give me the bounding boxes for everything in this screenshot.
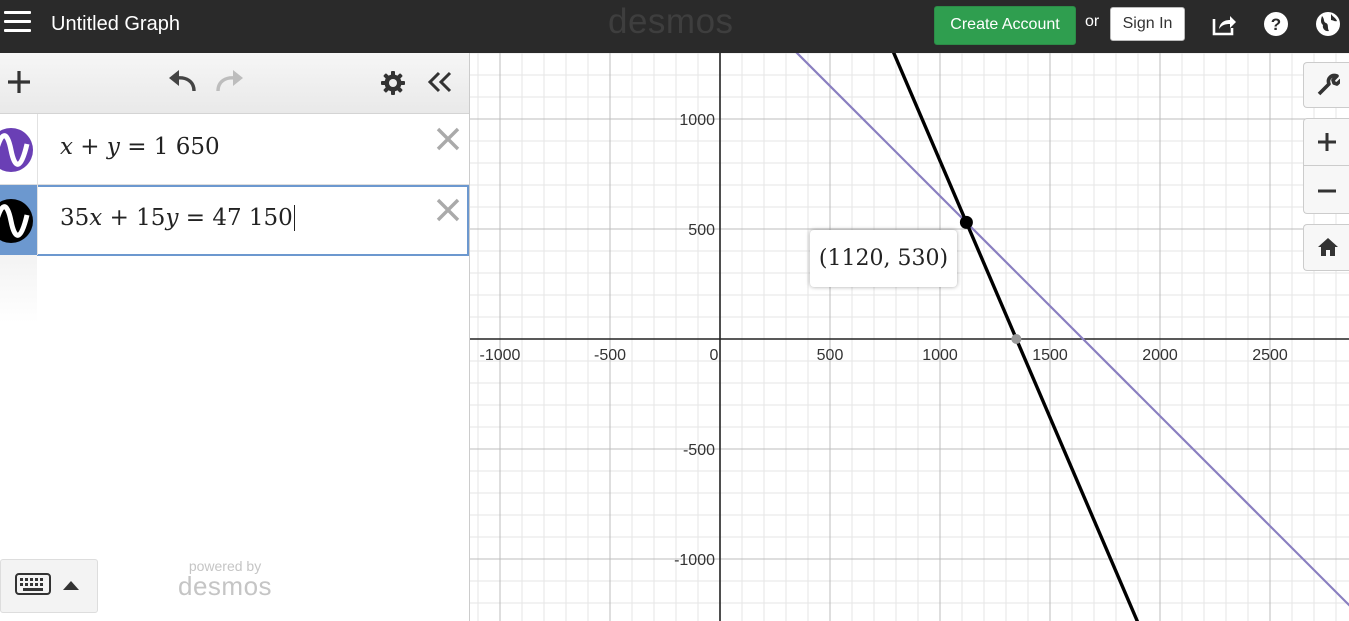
math-token: + 15 [102, 205, 166, 231]
keyboard-icon [15, 573, 51, 595]
powered-by-desmos: powered by desmos [178, 559, 272, 599]
x-tick-label: 1000 [922, 347, 958, 364]
expression-math[interactable]: x + y = 1 650 [60, 134, 220, 160]
delete-expression-icon[interactable] [435, 126, 461, 152]
x-tick-label: -1000 [480, 347, 521, 364]
add-expression-icon[interactable] [6, 69, 32, 95]
graph-canvas[interactable]: -1000 -500 0 500 1000 1500 2000 2500 1000 500 -500… [470, 53, 1349, 621]
default-viewport-button[interactable] [1303, 224, 1349, 271]
x-tick-label: 2000 [1142, 347, 1178, 364]
text-cursor [293, 205, 295, 231]
curve-color-icon[interactable] [0, 126, 35, 174]
y-tick-label: -500 [683, 442, 715, 459]
share-icon[interactable] [1210, 10, 1238, 38]
zoom-in-icon[interactable] [1317, 132, 1337, 152]
x-tick-label: 0 [710, 347, 719, 364]
math-token: = 47 150 [178, 205, 293, 231]
expression-gutter [0, 185, 38, 255]
panel-toolbar [0, 53, 469, 114]
expression-math[interactable]: 35x + 15y = 47 150 [60, 205, 295, 231]
menu-icon[interactable] [4, 11, 31, 35]
wrench-icon [1317, 73, 1340, 96]
math-token: + [72, 134, 107, 160]
top-bar: Untitled Graph desmos Create Account or … [0, 0, 1349, 53]
desmos-logo: desmos [608, 2, 734, 41]
expression-row-1[interactable]: x + y = 1 650 [0, 114, 469, 185]
math-token: x [89, 205, 103, 231]
x-tick-label: 2500 [1252, 347, 1288, 364]
minor-gridlines [470, 53, 1349, 621]
math-token: x [60, 134, 73, 160]
y-tick-label: 500 [688, 222, 715, 239]
delete-expression-icon[interactable] [435, 197, 461, 223]
math-token: = 1 650 [119, 134, 220, 160]
graph-line-1[interactable] [753, 53, 1349, 621]
expression-gutter [0, 114, 38, 184]
redo-icon[interactable] [213, 69, 245, 95]
x-tick-label: -500 [594, 347, 626, 364]
home-icon [1318, 238, 1338, 256]
curve-color-icon[interactable] [0, 197, 35, 245]
create-account-button[interactable]: Create Account [934, 6, 1076, 45]
expression-row-2[interactable]: 35x + 15y = 47 150 [0, 185, 469, 256]
zoom-out-icon[interactable] [1317, 181, 1337, 201]
major-gridlines [470, 53, 1349, 621]
x-tick-label: 500 [817, 347, 844, 364]
new-expression-slot[interactable] [0, 255, 37, 323]
or-label: or [1085, 13, 1100, 30]
graph-title[interactable]: Untitled Graph [51, 13, 180, 36]
tick-labels: -1000 -500 0 500 1000 1500 2000 2500 1000 500 -500… [480, 112, 1288, 569]
svg-text:?: ? [1271, 15, 1281, 34]
axes [470, 53, 1349, 621]
sign-in-button[interactable]: Sign In [1110, 7, 1185, 41]
keypad-toggle-button[interactable] [0, 559, 98, 613]
graph-settings-button[interactable] [1303, 62, 1349, 108]
globe-icon[interactable] [1314, 10, 1342, 38]
powered-by-brand: desmos [178, 571, 273, 601]
x-tick-label: 1500 [1032, 347, 1068, 364]
math-token: y [106, 134, 120, 160]
zoom-controls [1303, 118, 1349, 214]
graph-line-2[interactable] [875, 53, 1148, 621]
intersection-point[interactable] [959, 215, 973, 229]
zoom-divider [1304, 165, 1349, 166]
y-tick-label: -1000 [674, 552, 715, 569]
math-token: 35 [60, 205, 90, 231]
math-token: y [165, 205, 179, 231]
y-tick-label: 1000 [679, 112, 715, 129]
help-icon[interactable]: ? [1262, 10, 1290, 38]
collapse-panel-icon[interactable] [427, 71, 453, 93]
chevron-up-icon [63, 581, 79, 590]
expression-panel: x + y = 1 650 35x + 15y = 47 150 powered… [0, 53, 470, 621]
undo-icon[interactable] [167, 69, 199, 95]
intersection-label: (1120, 530) [810, 230, 957, 287]
settings-gear-icon[interactable] [380, 70, 406, 96]
x-intercept-point[interactable] [1011, 334, 1022, 344]
